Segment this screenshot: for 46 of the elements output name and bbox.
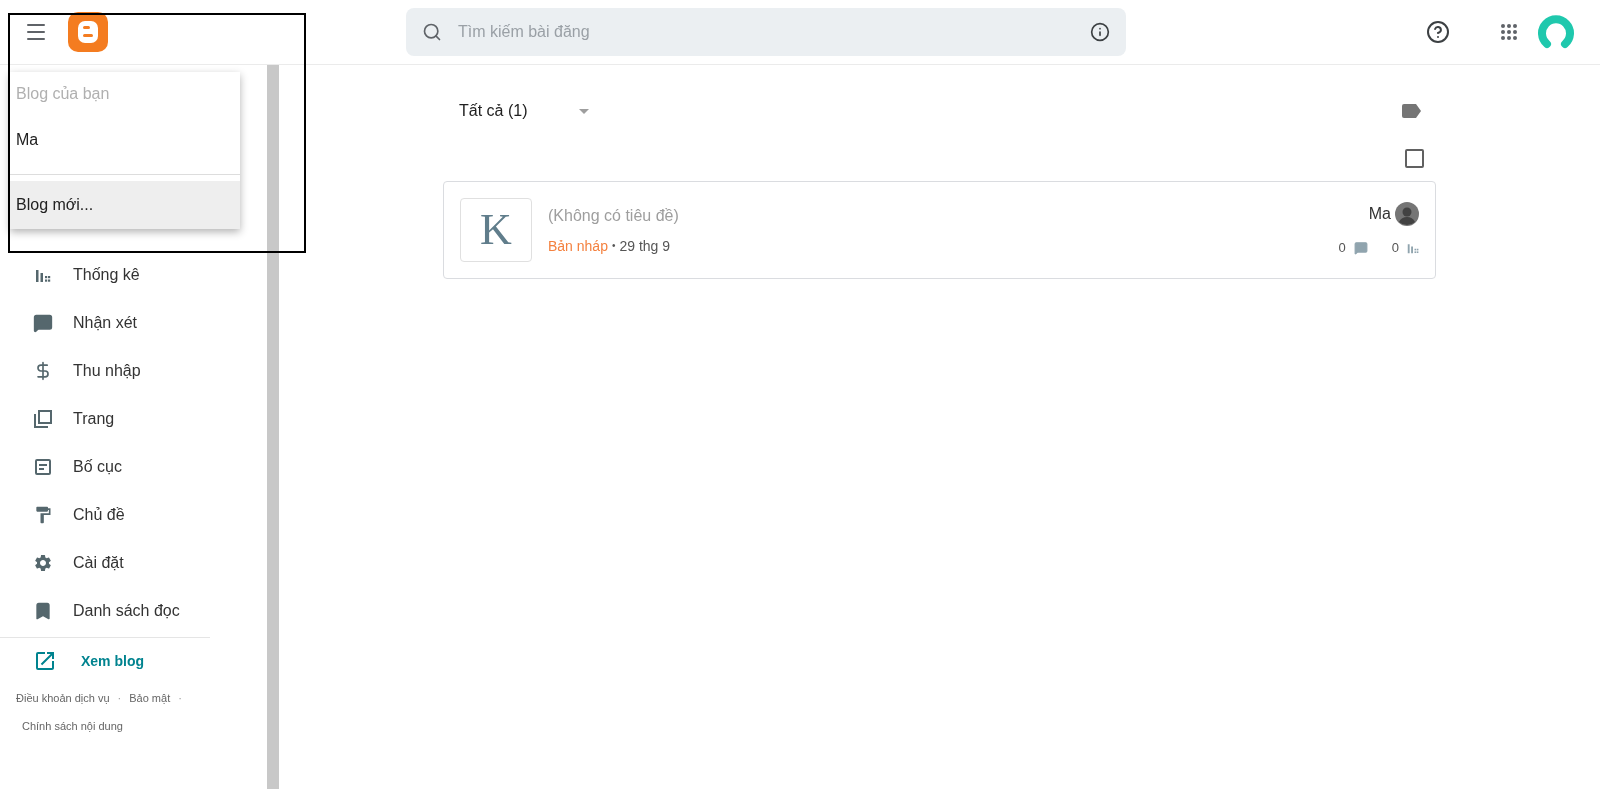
search-bar[interactable]: Tìm kiếm bài đăng	[406, 8, 1126, 56]
sidebar-item[interactable]: Chủ đề	[0, 491, 268, 539]
footer-link[interactable]: Điều khoản dịch vụ	[16, 684, 110, 712]
menu-item[interactable]: Blog mới...	[10, 181, 240, 229]
author-avatar-icon	[1395, 202, 1419, 227]
view-blog-link[interactable]: Xem blog	[0, 638, 268, 684]
layout-icon	[33, 457, 53, 477]
view-count: 0	[1391, 239, 1399, 258]
menu-item[interactable]: Ma	[10, 116, 240, 164]
filter-dropdown[interactable]: Tất cả (1)	[443, 99, 590, 123]
dropdown-caret-icon	[579, 108, 590, 114]
comment-count: 0	[1338, 239, 1346, 258]
post-card[interactable]: K (Không có tiêu đề) Bản nháp • 29 thg 9 Ma 0 0	[443, 181, 1436, 279]
menu-heading: Blog của bạn	[15, 84, 111, 104]
sidebar-item[interactable]: Thu nhập	[0, 347, 268, 395]
separator-dot: •	[611, 238, 616, 253]
blog-logo-icon[interactable]	[68, 12, 108, 52]
apps-grid-icon[interactable]	[1500, 23, 1518, 41]
sidebar-item[interactable]: Danh sách đọc	[0, 587, 268, 635]
separator-dot: ·	[178, 691, 182, 706]
bar-chart-icon	[1407, 242, 1419, 254]
post-status: Bản nháp	[548, 237, 608, 256]
search-field[interactable]: Tìm kiếm bài đăng	[458, 12, 1074, 52]
select-all-checkbox[interactable]	[1405, 148, 1424, 168]
footer-link[interactable]: Bảo mật	[129, 684, 171, 712]
sidebar-item[interactable]: Thống kê	[0, 251, 268, 299]
comment-icon	[33, 313, 53, 333]
separator-dot: ·	[117, 691, 122, 706]
comment-icon	[1353, 241, 1368, 255]
pages-icon	[33, 409, 53, 429]
bar-chart-icon	[35, 267, 51, 283]
info-icon[interactable]	[1090, 22, 1110, 42]
external-link-icon	[33, 649, 57, 673]
search-icon	[422, 22, 442, 42]
post-thumbnail: K	[460, 198, 532, 262]
sidebar-item[interactable]: Nhận xét	[0, 299, 268, 347]
sidebar-item[interactable]: Bố cục	[0, 443, 268, 491]
post-author: Ma	[1368, 204, 1391, 225]
help-icon[interactable]	[1426, 20, 1450, 44]
footer-link[interactable]: Chính sách nội dung	[16, 712, 123, 740]
sidebar-item[interactable]: Trang	[0, 395, 268, 443]
label-icon[interactable]	[1402, 104, 1422, 118]
post-date: 29 thg 9	[619, 237, 671, 256]
scrollbar[interactable]	[267, 65, 279, 789]
bookmark-icon	[33, 601, 53, 621]
sidebar-item[interactable]: Cài đặt	[0, 539, 268, 587]
